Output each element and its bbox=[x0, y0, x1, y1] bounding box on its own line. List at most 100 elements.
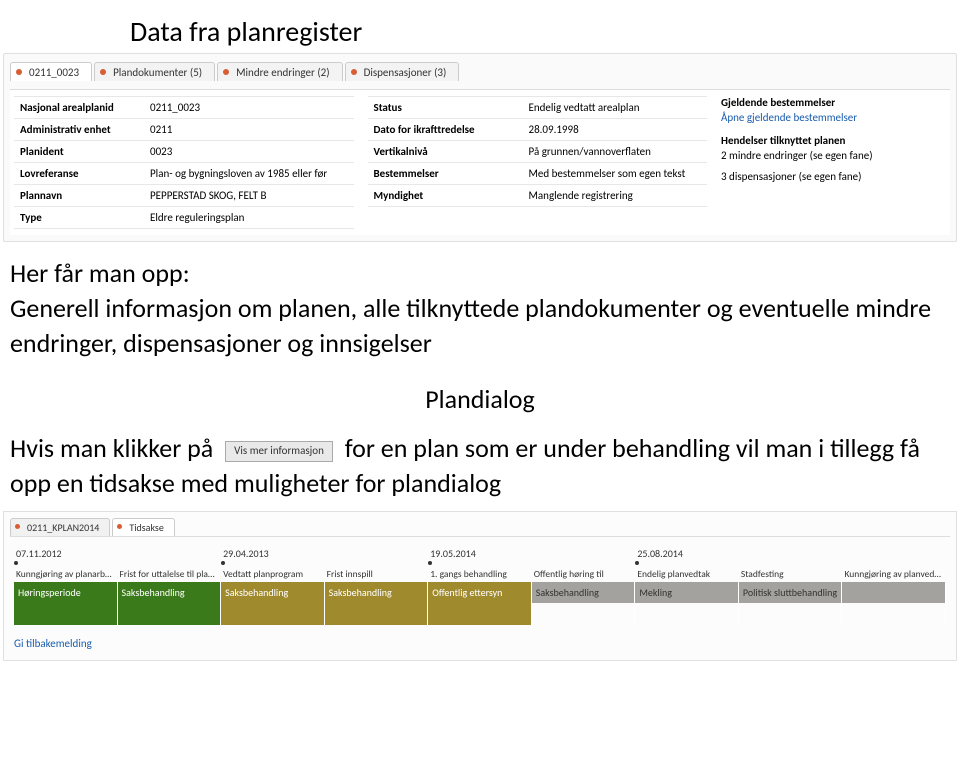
info-row: Planident0023 bbox=[14, 141, 354, 163]
plandialog-tab[interactable]: 0211_KPLAN2014 bbox=[10, 518, 110, 536]
timeline-phase[interactable]: Politisk sluttbehandling bbox=[739, 582, 843, 603]
timeline-date: 19.05.2014 bbox=[428, 547, 532, 561]
info-row: PlannavnPEPPERSTAD SKOG, FELT B bbox=[14, 185, 354, 207]
timeline-date: 29.04.2013 bbox=[221, 547, 325, 561]
timeline-bar bbox=[14, 603, 118, 625]
info-column-right: StatusEndelig vedtatt arealplanDato for … bbox=[368, 96, 708, 229]
timeline-bar bbox=[739, 603, 843, 625]
timeline-stage: Frist for uttalelse til planprogram bbox=[118, 567, 222, 581]
explainer-fragment: Hvis man klikker på bbox=[10, 432, 213, 464]
timeline-phase[interactable]: Saksbehandling bbox=[221, 582, 325, 603]
timeline-bar bbox=[428, 603, 532, 625]
timeline-date: 07.11.2012 bbox=[14, 547, 118, 561]
info-value: 0023 bbox=[144, 141, 354, 162]
timeline-date: 25.08.2014 bbox=[635, 547, 739, 561]
sidebar-block-title: Hendelser tilknyttet planen bbox=[721, 134, 946, 147]
timeline-stage: Endelig planvedtak bbox=[635, 567, 739, 581]
timeline-bar bbox=[842, 603, 946, 625]
info-row: LovreferansePlan- og bygningsloven av 19… bbox=[14, 163, 354, 185]
timeline: 07.11.2012 29.04.2013 19.05.2014 25.08.2014… bbox=[14, 547, 946, 625]
info-label: Dato for ikrafttredelse bbox=[368, 119, 523, 140]
timeline-phase[interactable]: Offentlig ettersyn bbox=[428, 582, 532, 603]
timeline-bar bbox=[325, 603, 429, 625]
tick-dot-icon bbox=[635, 561, 639, 565]
info-column-left: Nasjonal arealplanid0211_0023Administrat… bbox=[14, 96, 354, 229]
feedback-link[interactable]: Gi tilbakemelding bbox=[14, 637, 946, 650]
info-label: Planident bbox=[14, 141, 144, 162]
info-row: StatusEndelig vedtatt arealplan bbox=[368, 96, 708, 119]
info-row: VertikalnivåPå grunnen/vannoverflaten bbox=[368, 141, 708, 163]
section-subtitle: Plandialog bbox=[0, 383, 960, 415]
plan-tab[interactable]: Dispensasjoner (3) bbox=[345, 62, 460, 81]
explainer-line: Generell informasjon om planen, alle til… bbox=[10, 291, 950, 361]
timeline-phase[interactable]: Høringsperiode bbox=[14, 582, 118, 603]
info-sidebar: Gjeldende bestemmelser Åpne gjeldende be… bbox=[721, 96, 946, 229]
plan-tab[interactable]: Mindre endringer (2) bbox=[217, 62, 342, 81]
timeline-stage: Frist innspill bbox=[325, 567, 429, 581]
info-row: TypeEldre reguleringsplan bbox=[14, 207, 354, 229]
info-value: 0211_0023 bbox=[144, 97, 354, 118]
info-label: Myndighet bbox=[368, 185, 523, 206]
timeline-bars bbox=[14, 603, 946, 625]
info-value: Med bestemmelser som egen tekst bbox=[523, 163, 708, 184]
plan-tabs: 0211_0023Plandokumenter (5)Mindre endrin… bbox=[10, 62, 950, 81]
tick-dot-icon bbox=[428, 561, 432, 565]
info-value: Manglende registrering bbox=[523, 185, 708, 206]
info-value: 0211 bbox=[144, 119, 354, 140]
timeline-phase[interactable] bbox=[842, 582, 946, 603]
info-row: Dato for ikrafttredelse28.09.1998 bbox=[368, 119, 708, 141]
plan-tab[interactable]: Plandokumenter (5) bbox=[94, 62, 215, 81]
plan-details-panel: 0211_0023Plandokumenter (5)Mindre endrin… bbox=[3, 53, 957, 242]
timeline-date bbox=[739, 547, 843, 561]
timeline-phase[interactable]: Mekling bbox=[635, 582, 739, 603]
info-label: Vertikalnivå bbox=[368, 141, 523, 162]
info-label: Plannavn bbox=[14, 185, 144, 206]
plan-tab[interactable]: 0211_0023 bbox=[10, 62, 92, 81]
timeline-bar bbox=[635, 603, 739, 625]
tick-dot-icon bbox=[14, 561, 18, 565]
timeline-bar bbox=[118, 603, 222, 625]
timeline-dates: 07.11.2012 29.04.2013 19.05.2014 25.08.2014 bbox=[14, 547, 946, 561]
timeline-stage: 1. gangs behandling bbox=[428, 567, 532, 581]
page-title: Data fra planregister bbox=[130, 14, 960, 49]
info-label: Status bbox=[368, 97, 523, 118]
info-value: Plan- og bygningsloven av 1985 eller før bbox=[144, 163, 354, 184]
info-value: PEPPERSTAD SKOG, FELT B bbox=[144, 185, 354, 206]
info-label: Bestemmelser bbox=[368, 163, 523, 184]
plandialog-tabs: 0211_KPLAN2014Tidsakse bbox=[10, 518, 950, 537]
timeline-date bbox=[118, 547, 222, 561]
timeline-date bbox=[325, 547, 429, 561]
timeline-date bbox=[532, 547, 636, 561]
timeline-stage: Vedtatt planprogram bbox=[221, 567, 325, 581]
info-value: 28.09.1998 bbox=[523, 119, 708, 140]
timeline-stage: Kunngjøring av planarbeid bbox=[14, 567, 118, 581]
plandialog-panel: 0211_KPLAN2014Tidsakse 07.11.2012 29.04.2… bbox=[3, 511, 957, 661]
info-row: BestemmelserMed bestemmelser som egen te… bbox=[368, 163, 708, 185]
plandialog-tab[interactable]: Tidsakse bbox=[112, 518, 174, 536]
sidebar-event-line: 2 mindre endringer (se egen fane) bbox=[721, 149, 946, 162]
info-value: Eldre reguleringsplan bbox=[144, 207, 354, 228]
timeline-phases: HøringsperiodeSaksbehandlingSaksbehandli… bbox=[14, 582, 946, 603]
timeline-stage: Kunngjøring av planvedtak bbox=[842, 567, 946, 581]
timeline-phase[interactable]: Saksbehandling bbox=[532, 582, 636, 603]
timeline-date bbox=[842, 547, 946, 561]
explainer-text: Her får man opp: Generell informasjon om… bbox=[10, 256, 950, 361]
tick-dot-icon bbox=[221, 561, 225, 565]
timeline-phase[interactable]: Saksbehandling bbox=[325, 582, 429, 603]
info-value: Endelig vedtatt arealplan bbox=[523, 97, 708, 118]
explainer-text-2: Hvis man klikker på Vis mer informasjon … bbox=[10, 431, 950, 501]
info-row: Administrativ enhet0211 bbox=[14, 119, 354, 141]
timeline-bar bbox=[221, 603, 325, 625]
info-label: Nasjonal arealplanid bbox=[14, 97, 144, 118]
timeline-bar bbox=[532, 603, 636, 625]
info-value: På grunnen/vannoverflaten bbox=[523, 141, 708, 162]
open-bestemmelser-link[interactable]: Åpne gjeldende bestemmelser bbox=[721, 111, 946, 124]
info-label: Lovreferanse bbox=[14, 163, 144, 184]
timeline-phase[interactable]: Saksbehandling bbox=[118, 582, 222, 603]
timeline-stage: Offentlig høring til bbox=[532, 567, 636, 581]
timeline-stage-labels: Kunngjøring av planarbeidFrist for uttal… bbox=[14, 567, 946, 581]
vis-mer-informasjon-button[interactable]: Vis mer informasjon bbox=[225, 441, 333, 462]
info-label: Type bbox=[14, 207, 144, 228]
info-row: Nasjonal arealplanid0211_0023 bbox=[14, 96, 354, 119]
explainer-line: Her får man opp: bbox=[10, 256, 950, 291]
